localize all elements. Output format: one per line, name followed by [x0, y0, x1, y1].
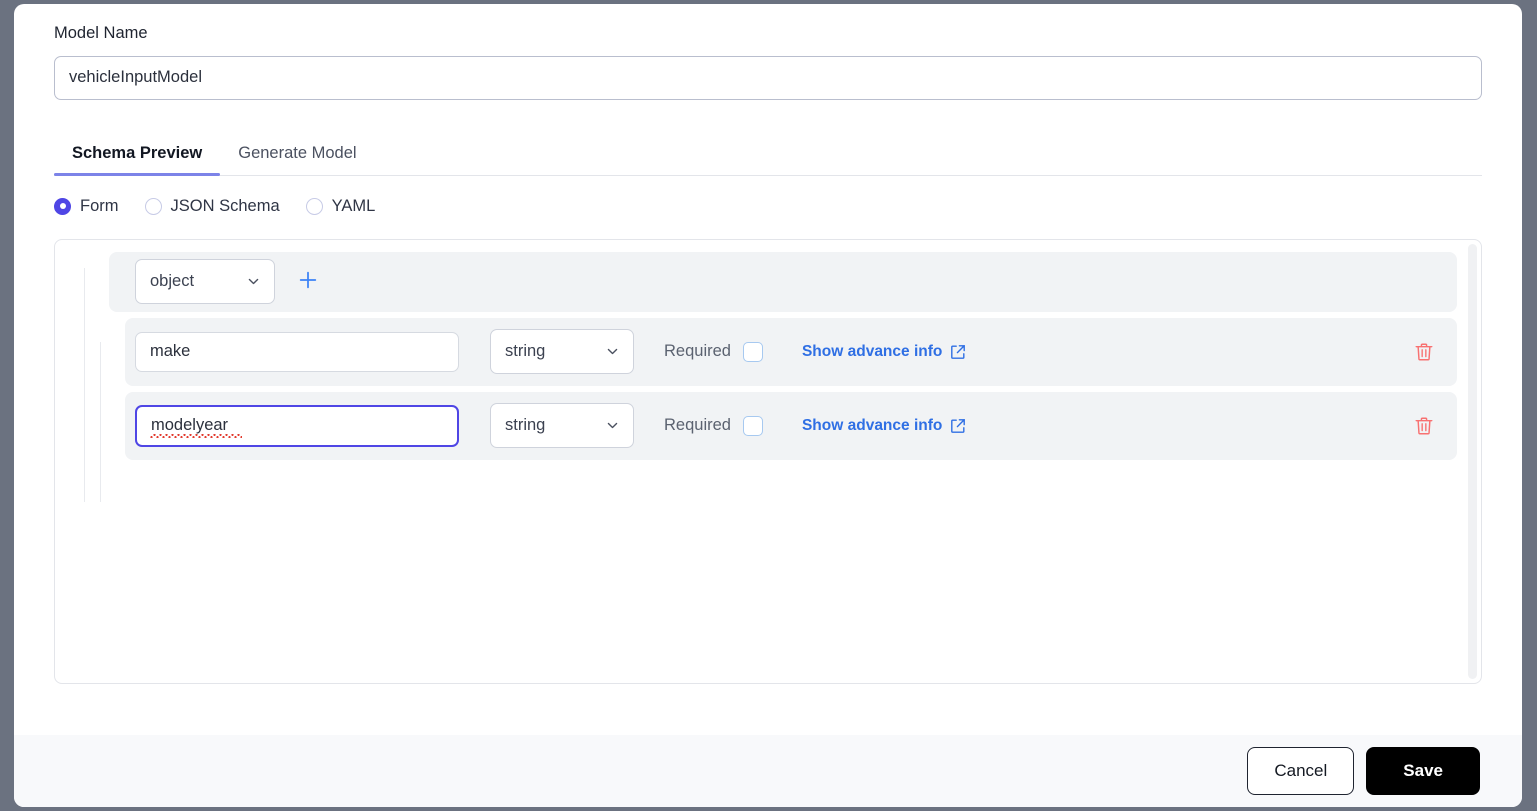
radio-yaml-circle-icon [305, 197, 323, 215]
radio-yaml[interactable]: YAML [305, 196, 376, 216]
required-cell-make: Required [664, 341, 763, 362]
required-label-make: Required [664, 342, 731, 361]
radio-form-label: Form [80, 196, 119, 215]
external-link-icon [950, 418, 966, 434]
radio-json-schema-label: JSON Schema [170, 196, 280, 215]
plus-icon [297, 269, 319, 294]
external-link-icon [950, 344, 966, 360]
root-type-value: object [150, 272, 195, 291]
tab-schema-preview[interactable]: Schema Preview [54, 145, 221, 176]
model-editor-dialog: Model Name Schema Preview Generate Model… [14, 4, 1522, 807]
required-checkbox-make[interactable] [742, 341, 763, 362]
tab-bar: Schema Preview Generate Model [54, 127, 1482, 176]
radio-yaml-label: YAML [331, 196, 376, 215]
property-type-cell: string [490, 329, 634, 375]
property-type-value-modelyear: string [505, 416, 546, 435]
model-name-label: Model Name [54, 24, 148, 42]
delete-property-make[interactable] [1413, 341, 1435, 363]
property-type-value-make: string [505, 342, 546, 361]
dialog-footer: Cancel Save [14, 735, 1522, 807]
required-checkbox-modelyear[interactable] [742, 415, 763, 436]
tree-guide-inner [100, 341, 101, 502]
view-mode-radio-group: Form JSON Schema YAML [54, 197, 1482, 216]
property-row-make: string Required Show advance info [125, 317, 1457, 386]
trash-icon [1413, 341, 1435, 363]
property-type-cell: string [490, 403, 634, 449]
property-name-cell [135, 331, 459, 372]
radio-form-circle-icon [54, 197, 71, 215]
radio-json-schema[interactable]: JSON Schema [144, 196, 280, 216]
property-name-input-make[interactable] [135, 331, 459, 372]
required-label-modelyear: Required [664, 416, 731, 435]
schema-tree: object make string Required Show advance… [55, 240, 1481, 683]
property-name-input-modelyear[interactable] [135, 404, 459, 447]
delete-property-modelyear[interactable] [1413, 415, 1435, 437]
tree-guide-outer [84, 267, 85, 502]
property-row-modelyear: string Required Show advance info [125, 391, 1457, 460]
tab-generate-model[interactable]: Generate Model [220, 145, 374, 175]
radio-form[interactable]: Form [54, 197, 119, 216]
radio-json-schema-circle-icon [144, 197, 162, 215]
show-advance-info-make[interactable]: Show advance info [802, 343, 966, 361]
show-advance-info-label-modelyear: Show advance info [801, 416, 943, 434]
show-advance-info-label-make: Show advance info [801, 342, 943, 360]
trash-icon [1413, 415, 1435, 437]
dialog-body: Model Name Schema Preview Generate Model… [14, 4, 1522, 735]
chevron-down-icon [606, 419, 619, 432]
model-name-input[interactable] [54, 55, 1482, 100]
chevron-down-icon [247, 275, 260, 288]
property-type-select-modelyear[interactable]: string [490, 403, 634, 449]
schema-root-row: object [109, 251, 1457, 312]
cancel-button[interactable]: Cancel [1247, 747, 1355, 795]
save-button[interactable]: Save [1366, 747, 1480, 795]
chevron-down-icon [606, 345, 619, 358]
root-type-select[interactable]: object [135, 259, 275, 305]
property-type-select-make[interactable]: string [490, 329, 634, 375]
show-advance-info-modelyear[interactable]: Show advance info [802, 417, 966, 435]
add-property-button[interactable] [295, 269, 321, 295]
required-cell-modelyear: Required [664, 415, 763, 436]
schema-builder-card: object make string Required Show advance… [54, 238, 1482, 684]
property-name-cell [135, 404, 459, 447]
